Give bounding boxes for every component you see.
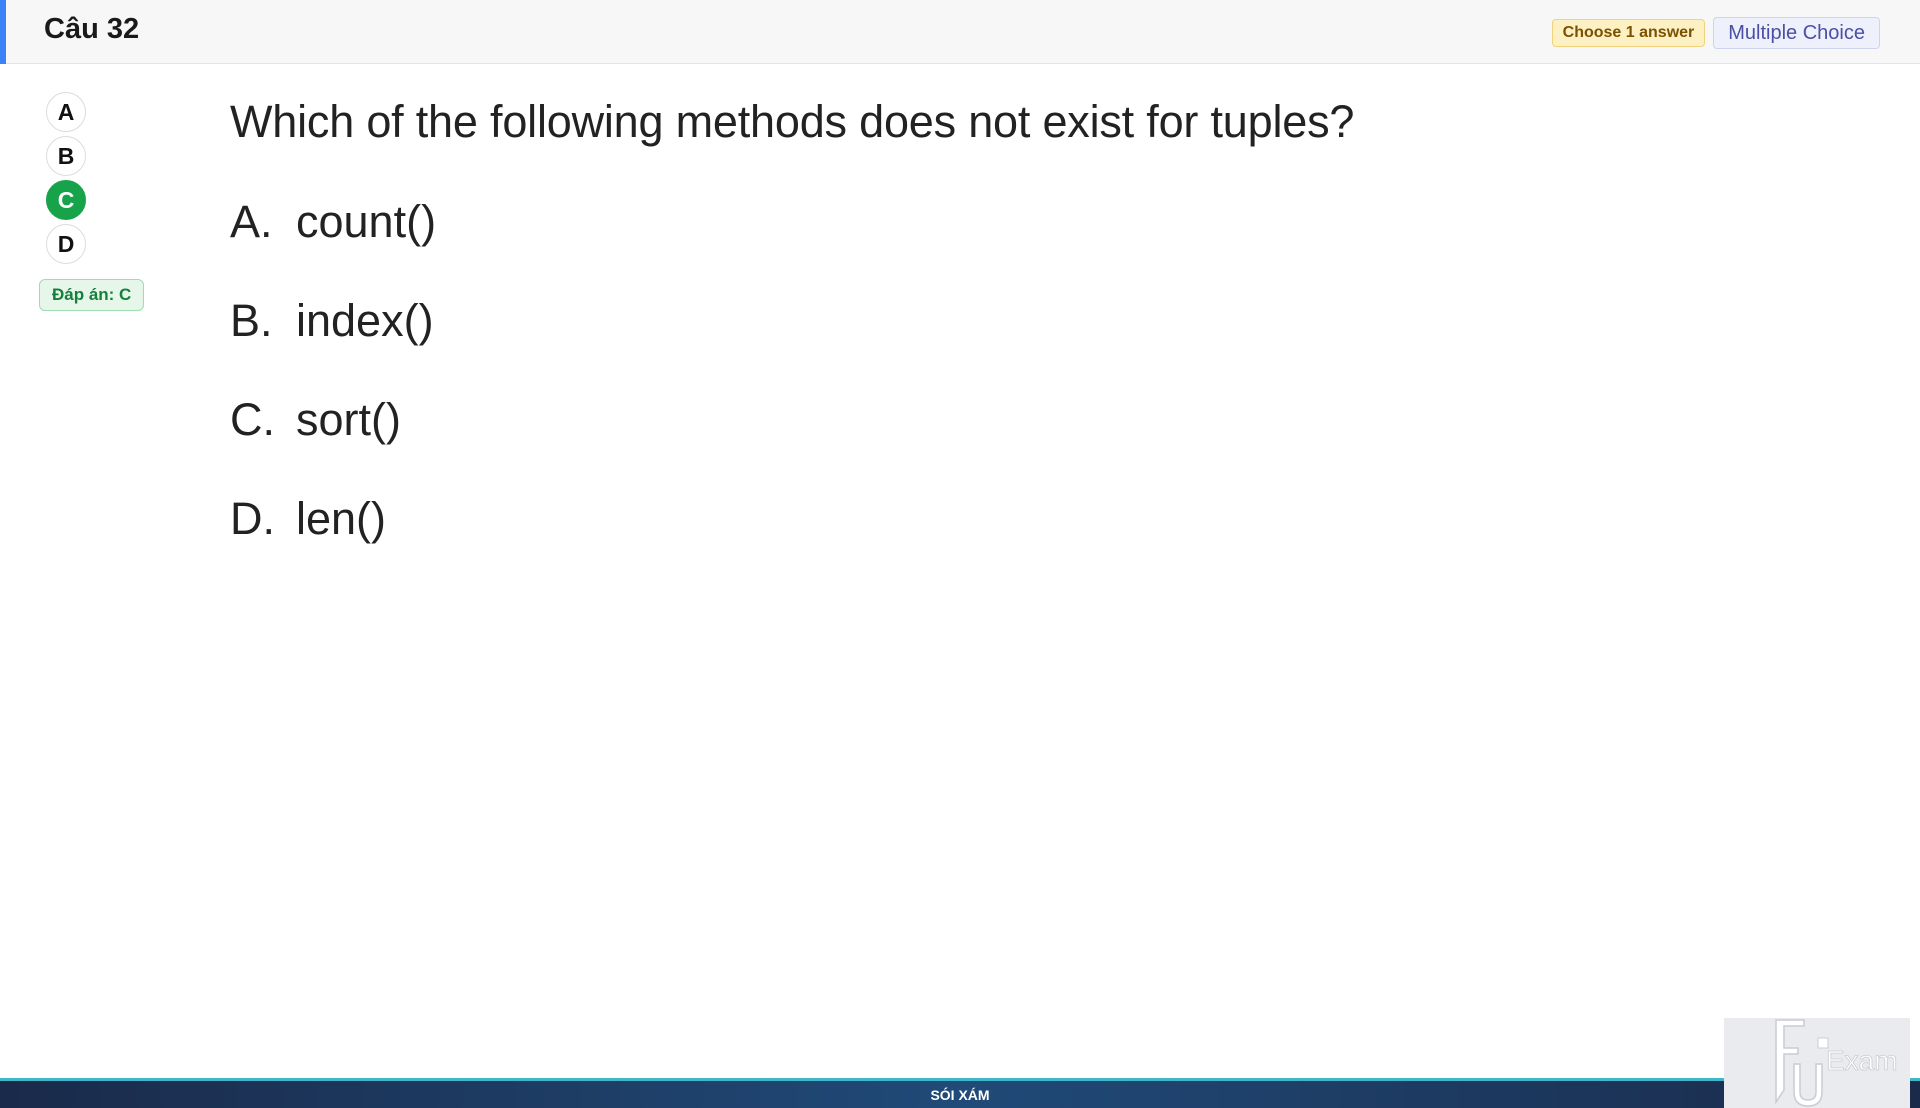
answer-option-d-button[interactable]: D <box>46 224 86 264</box>
option-text: index() <box>296 295 434 346</box>
choose-answer-badge: Choose 1 answer <box>1551 19 1706 47</box>
question-text: Which of the following methods does not … <box>230 96 1355 147</box>
question-options: A. count() B. index() C. sort() D. len() <box>230 196 436 592</box>
footer-bar: SÓI XÁM <box>0 1078 1920 1108</box>
option-letter: C. <box>230 394 275 445</box>
answer-option-b-button[interactable]: B <box>46 136 86 176</box>
fu-exam-logo: Exam <box>1724 1018 1910 1108</box>
option-text: sort() <box>296 394 401 445</box>
footer-caption: SÓI XÁM <box>930 1087 990 1103</box>
option-letter: D. <box>230 493 275 544</box>
header-accent-bar <box>0 0 6 64</box>
option-letter: A. <box>230 196 273 247</box>
option-text: len() <box>296 493 387 544</box>
option-a: A. count() <box>230 196 436 295</box>
option-d: D. len() <box>230 493 436 592</box>
answer-option-c-button[interactable]: C <box>46 180 86 220</box>
answer-selector: A B C D <box>46 92 86 268</box>
answer-option-a-button[interactable]: A <box>46 92 86 132</box>
option-text: count() <box>296 196 437 247</box>
logo-text: Exam <box>1826 1045 1898 1076</box>
correct-answer-badge: Đáp án: C <box>39 279 145 311</box>
question-header: Câu 32 Choose 1 answer Multiple Choice <box>0 0 1920 64</box>
header-badges: Choose 1 answer Multiple Choice <box>1551 17 1880 49</box>
option-letter: B. <box>230 295 273 346</box>
option-c: C. sort() <box>230 394 436 493</box>
question-number-title: Câu 32 <box>44 13 140 45</box>
fu-exam-logo-icon: Exam <box>1775 1019 1898 1107</box>
option-b: B. index() <box>230 295 436 394</box>
question-type-badge: Multiple Choice <box>1713 17 1880 49</box>
